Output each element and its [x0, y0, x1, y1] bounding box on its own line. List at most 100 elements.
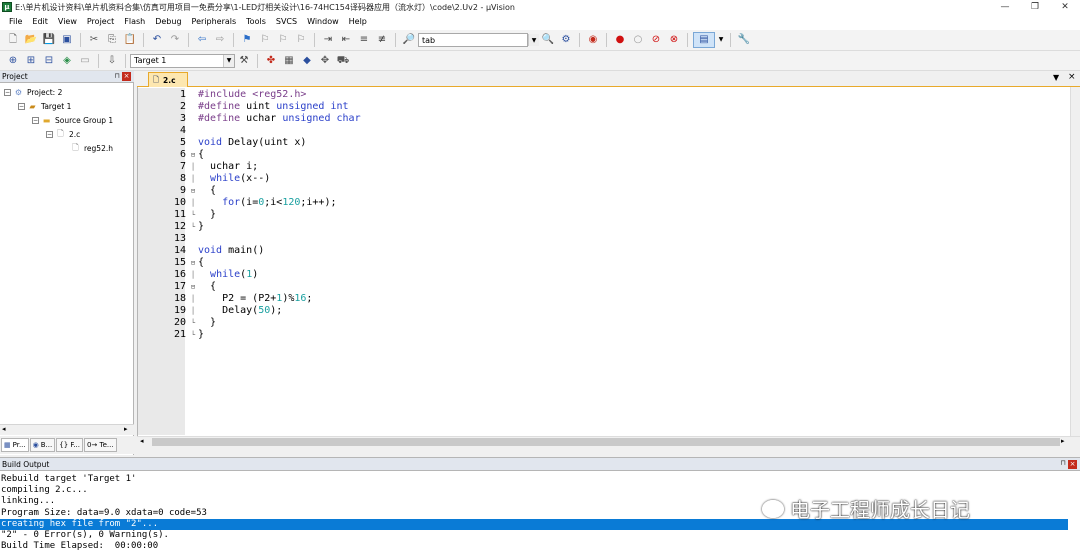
multi-project-icon[interactable]: ✥	[317, 53, 333, 69]
build-output-line[interactable]: Rebuild target 'Target 1'	[1, 474, 136, 485]
close-editor-icon[interactable]: ×	[1068, 72, 1076, 82]
code-line[interactable]: 11 └ }	[138, 209, 1068, 221]
code-line[interactable]: 6 ⊟{	[138, 149, 1068, 161]
open-folder-icon[interactable]: 📂	[23, 32, 39, 48]
kill-breakpoints-icon[interactable]: ⊘	[648, 32, 664, 48]
tab-functions[interactable]: {} F...	[56, 438, 83, 452]
navigate-forward-icon[interactable]: ⇨	[212, 32, 228, 48]
code-line[interactable]: 8 │ while(x--)	[138, 173, 1068, 185]
download-icon[interactable]: ⇩	[104, 53, 120, 69]
debug-session-icon[interactable]: ◉	[585, 32, 601, 48]
code-line[interactable]: 5 void Delay(uint x)	[138, 137, 1068, 149]
stop-build-icon[interactable]: ▭	[77, 53, 93, 69]
scrollbar-thumb[interactable]	[152, 438, 1060, 446]
find-in-files-icon[interactable]: 🔎	[401, 32, 417, 48]
copy-icon[interactable]: ⎘	[104, 32, 120, 48]
paste-icon[interactable]: 📋	[122, 32, 138, 48]
collapse-toggle-icon[interactable]: −	[46, 131, 53, 138]
tab-books[interactable]: ◉ B...	[29, 438, 56, 452]
menu-file[interactable]: File	[4, 14, 27, 30]
editor-vertical-scrollbar[interactable]	[1070, 87, 1080, 436]
menu-window[interactable]: Window	[302, 14, 344, 30]
code-line[interactable]: 19 │ Delay(50);	[138, 305, 1068, 317]
build-icon[interactable]: ⊞	[23, 53, 39, 69]
project-horizontal-scrollbar[interactable]: ◂ ▸	[0, 424, 134, 435]
menu-flash[interactable]: Flash	[119, 14, 150, 30]
find-icon[interactable]: 🔍	[540, 32, 556, 48]
code-lines[interactable]: 1 #include <reg52.h> 2 #define uint unsigne…	[138, 89, 1068, 341]
code-line[interactable]: 10 │ for(i=0;i<120;i++);	[138, 197, 1068, 209]
code-line[interactable]: 7 │ uchar i;	[138, 161, 1068, 173]
code-line[interactable]: 9 ⊟ {	[138, 185, 1068, 197]
menu-project[interactable]: Project	[82, 14, 119, 30]
tab-templates[interactable]: 0→ Te...	[83, 438, 117, 452]
prev-bookmark-icon[interactable]: ⚐	[257, 32, 273, 48]
menu-view[interactable]: View	[53, 14, 82, 30]
event-recorder-icon[interactable]: ⛟	[335, 53, 351, 69]
menu-help[interactable]: Help	[344, 14, 372, 30]
tools-icon[interactable]: ⚙	[558, 32, 574, 48]
batch-build-icon[interactable]: ◈	[59, 53, 75, 69]
fold-toggle-icon[interactable]: ⊟	[189, 149, 197, 161]
code-line[interactable]: 20 └ }	[138, 317, 1068, 329]
scroll-right-icon[interactable]: ▸	[1061, 437, 1065, 445]
chevron-down-icon[interactable]: ▼	[223, 54, 234, 67]
pin-icon[interactable]: ⊓	[112, 72, 122, 82]
tree-item-file-reg52[interactable]: 🗋 reg52.h	[70, 142, 113, 155]
tree-item-source-group[interactable]: − ▬ Source Group 1	[32, 114, 113, 127]
menu-debug[interactable]: Debug	[150, 14, 186, 30]
save-all-icon[interactable]: ▣	[59, 32, 75, 48]
collapse-toggle-icon[interactable]: −	[32, 117, 39, 124]
chevron-down-icon[interactable]: ▼	[717, 32, 725, 48]
pack-installer-icon[interactable]: ◆	[299, 53, 315, 69]
build-output-line[interactable]: linking...	[1, 496, 55, 507]
clear-breakpoints-icon[interactable]: ⊗	[666, 32, 682, 48]
minimize-button[interactable]: —	[990, 0, 1020, 14]
close-window-button[interactable]: ✕	[1050, 0, 1080, 14]
fold-toggle-icon[interactable]: ⊟	[189, 281, 197, 293]
unindent-icon[interactable]: ⇤	[338, 32, 354, 48]
build-output-line[interactable]: compiling 2.c...	[1, 485, 88, 496]
code-line[interactable]: 16 │ while(1)	[138, 269, 1068, 281]
new-file-icon[interactable]: 🗋	[5, 32, 21, 48]
clear-bookmarks-icon[interactable]: ⚐	[293, 32, 309, 48]
uncomment-icon[interactable]: ≢	[374, 32, 390, 48]
build-output-line[interactable]: Build Time Elapsed: 00:00:00	[1, 541, 158, 552]
editor-tab-2c[interactable]: 🗋 2.c	[148, 72, 188, 87]
navigate-back-icon[interactable]: ⇦	[194, 32, 210, 48]
translate-icon[interactable]: ⊕	[5, 53, 21, 69]
code-line[interactable]: 15 ⊟{	[138, 257, 1068, 269]
fold-toggle-icon[interactable]: ⊟	[189, 185, 197, 197]
menu-tools[interactable]: Tools	[241, 14, 271, 30]
chevron-down-icon[interactable]: ▼	[528, 34, 539, 46]
find-combo-arrow[interactable]: ▼	[528, 33, 539, 47]
close-icon[interactable]: ×	[122, 72, 131, 81]
undo-icon[interactable]: ↶	[149, 32, 165, 48]
bookmark-icon[interactable]: ⚑	[239, 32, 255, 48]
scroll-left-icon[interactable]: ◂	[140, 437, 144, 445]
code-line[interactable]: 13	[138, 233, 1068, 245]
code-line[interactable]: 18 │ P2 = (P2+1)%16;	[138, 293, 1068, 305]
build-output-line[interactable]: Program Size: data=9.0 xdata=0 code=53	[1, 508, 207, 519]
select-software-packs-icon[interactable]: ▦	[281, 53, 297, 69]
configure-icon[interactable]: 🔧	[736, 32, 752, 48]
code-line[interactable]: 3 #define uchar unsigned char	[138, 113, 1068, 125]
code-line[interactable]: 2 #define uint unsigned int	[138, 101, 1068, 113]
fold-toggle-icon[interactable]: ⊟	[189, 257, 197, 269]
code-line[interactable]: 21 └}	[138, 329, 1068, 341]
code-line[interactable]: 14 void main()	[138, 245, 1068, 257]
manage-components-icon[interactable]: ✤	[263, 53, 279, 69]
code-line[interactable]: 17 ⊟ {	[138, 281, 1068, 293]
target-select[interactable]: Target 1 ▼	[130, 53, 235, 68]
tree-item-target[interactable]: − ▰ Target 1	[18, 100, 71, 113]
code-line[interactable]: 4	[138, 125, 1068, 137]
next-bookmark-icon[interactable]: ⚐	[275, 32, 291, 48]
save-icon[interactable]: 💾	[41, 32, 57, 48]
code-line[interactable]: 1 #include <reg52.h>	[138, 89, 1068, 101]
menu-svcs[interactable]: SVCS	[271, 14, 302, 30]
indent-icon[interactable]: ⇥	[320, 32, 336, 48]
scroll-left-icon[interactable]: ◂	[2, 425, 6, 433]
maximize-button[interactable]: ❐	[1020, 0, 1050, 14]
collapse-toggle-icon[interactable]: −	[4, 89, 11, 96]
disable-breakpoint-icon[interactable]: ○	[630, 32, 646, 48]
